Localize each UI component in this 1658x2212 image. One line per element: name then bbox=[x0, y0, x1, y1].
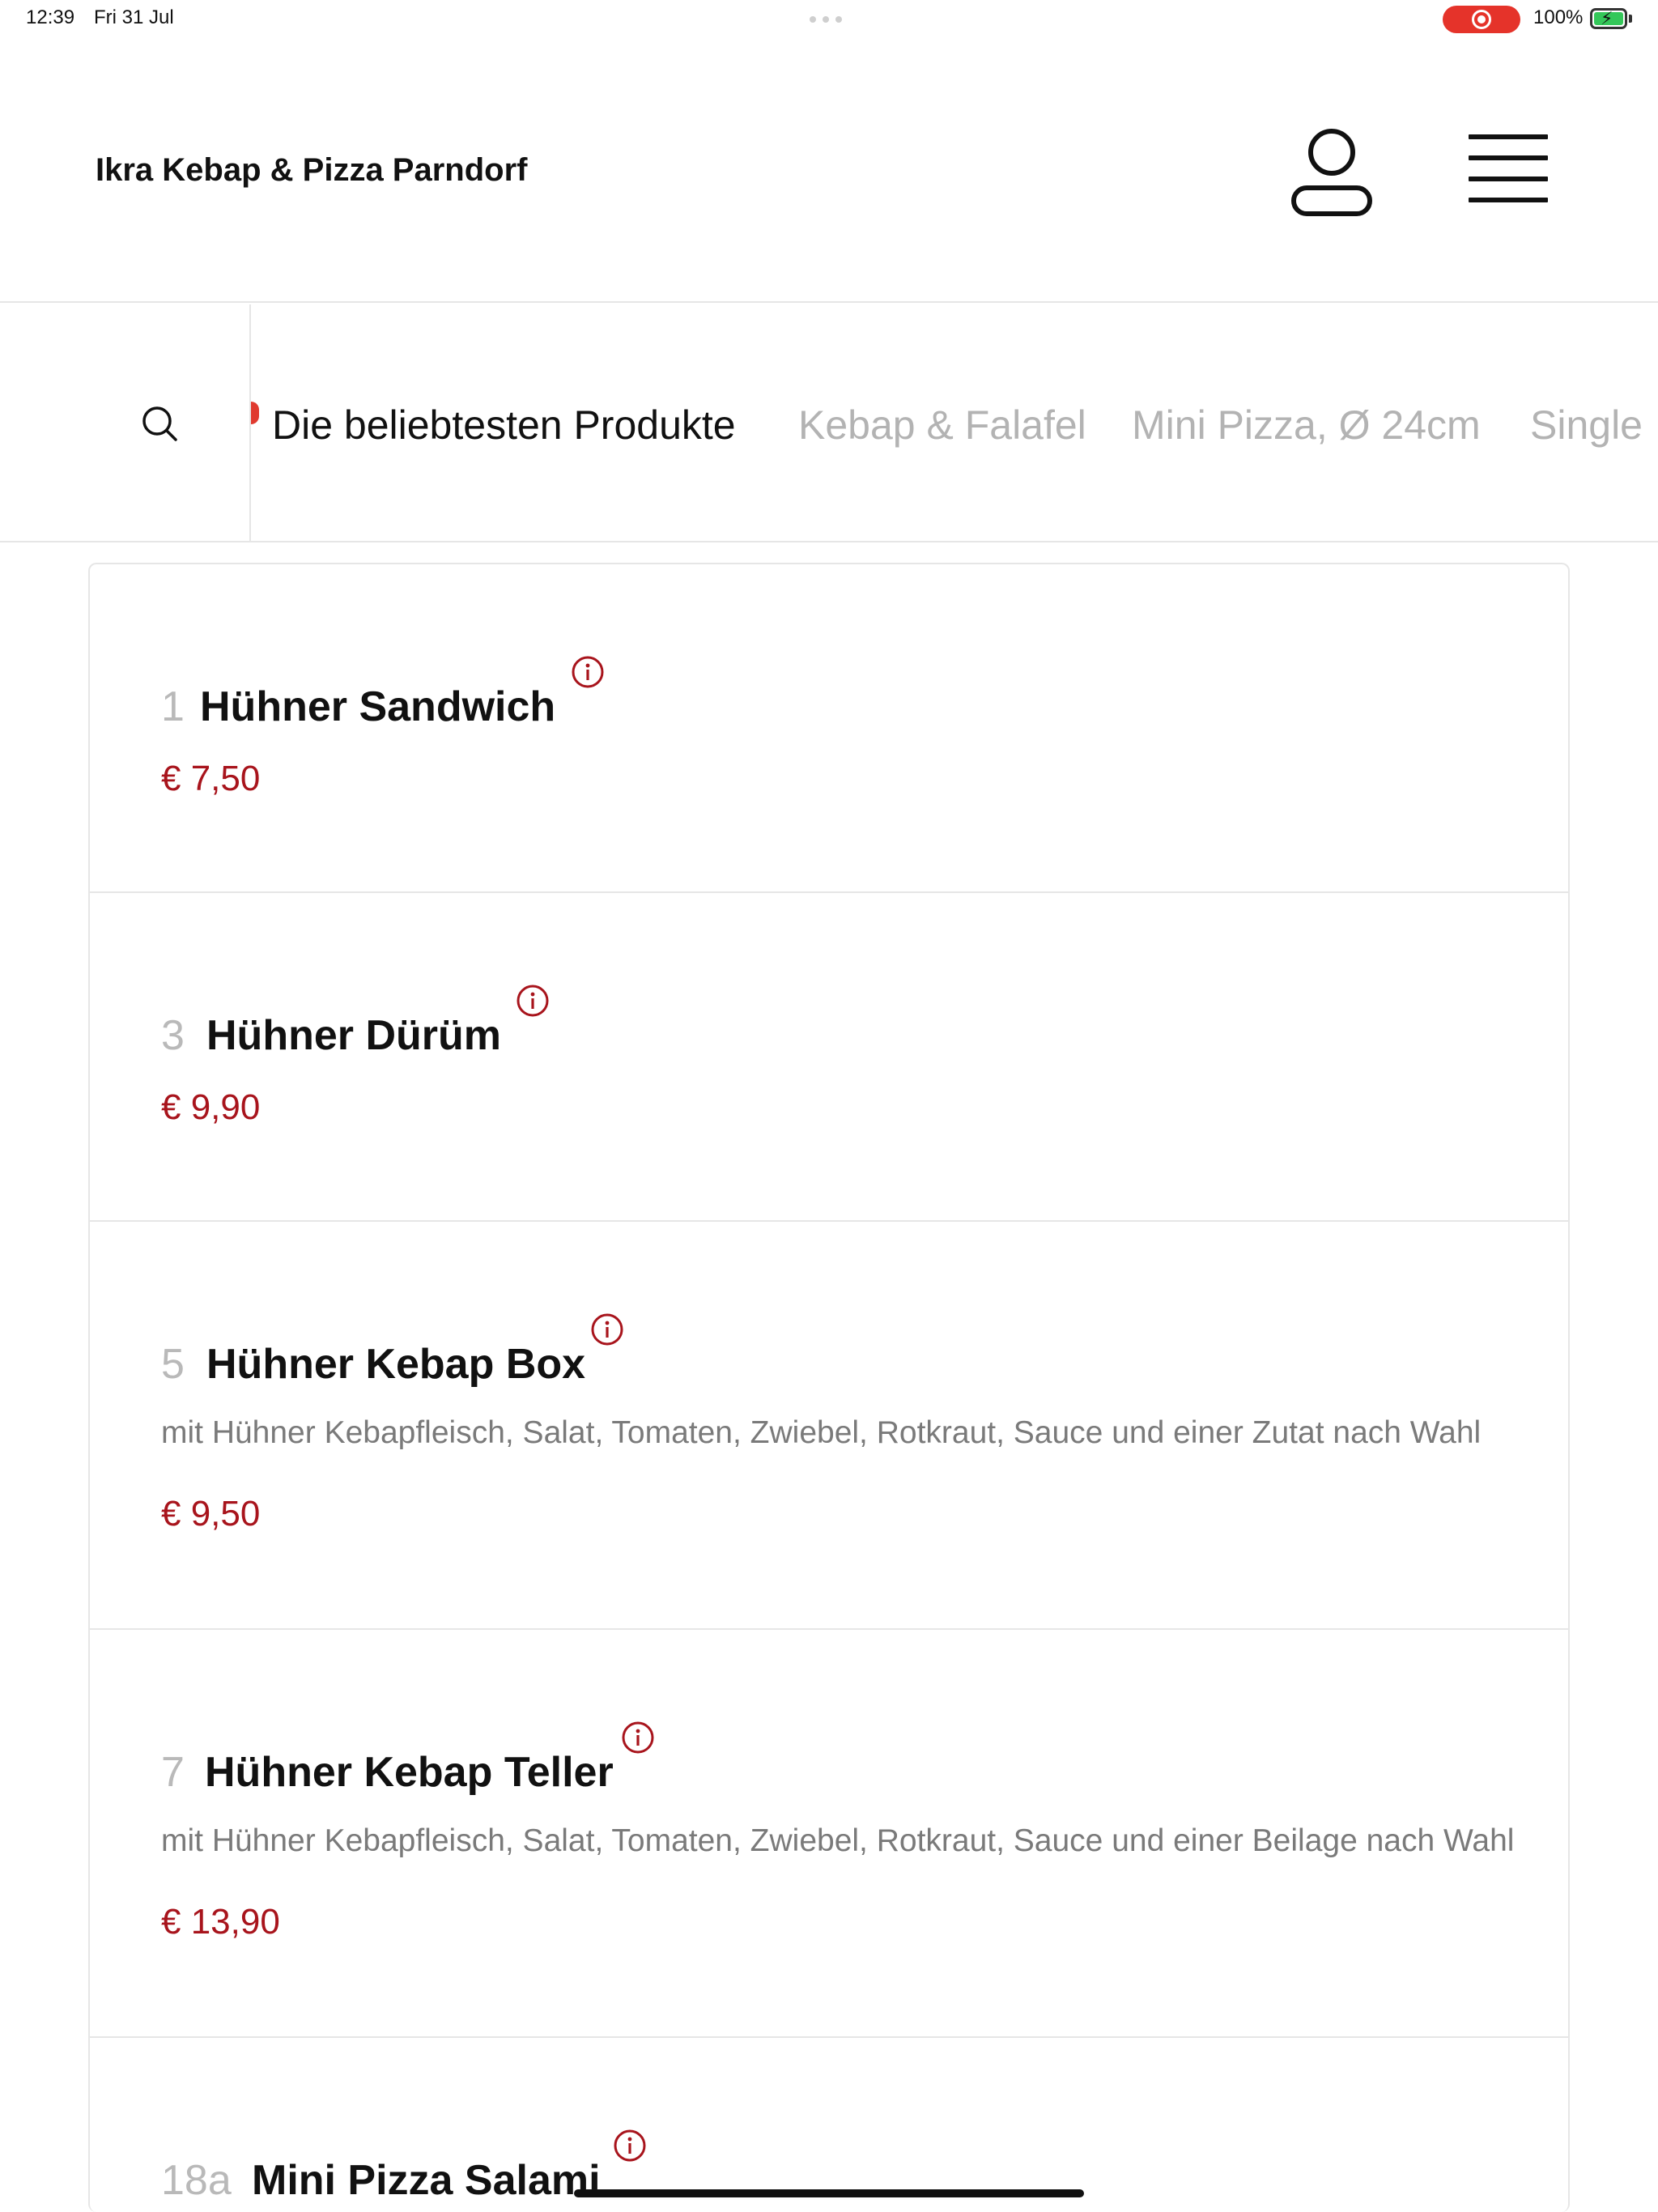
info-icon[interactable] bbox=[613, 2129, 647, 2163]
product-number: 7 bbox=[161, 1749, 185, 1796]
product-item[interactable]: 18a Mini Pizza Salami bbox=[90, 2038, 1568, 2212]
search-button[interactable] bbox=[0, 304, 251, 541]
account-button[interactable] bbox=[1287, 125, 1376, 222]
person-icon bbox=[1291, 129, 1372, 216]
product-description: mit Hühner Kebapfleisch, Salat, Tomaten,… bbox=[161, 1415, 1482, 1450]
info-icon[interactable] bbox=[571, 655, 605, 689]
tab-kebap-falafel[interactable]: Kebap & Falafel bbox=[798, 402, 1086, 449]
hamburger-icon-bar bbox=[1469, 155, 1548, 160]
product-price: € 7,50 bbox=[161, 759, 261, 798]
tab-die-beliebtesten-produkte[interactable]: Die beliebtesten Produkte bbox=[272, 402, 736, 449]
product-item[interactable]: 3 Hühner Dürüm € 9,90 bbox=[90, 893, 1568, 1222]
product-number: 18a bbox=[161, 2157, 232, 2204]
tab-single[interactable]: Single bbox=[1530, 402, 1643, 449]
category-bar: Die beliebtesten Produkte Kebap & Falafe… bbox=[0, 304, 1658, 542]
multitasking-dots-icon[interactable] bbox=[810, 16, 842, 23]
product-name: Hühner Kebap Box bbox=[206, 1341, 586, 1388]
info-icon[interactable] bbox=[516, 984, 550, 1018]
restaurant-name[interactable]: Ikra Kebap & Pizza Parndorf bbox=[96, 152, 527, 189]
battery-tip bbox=[1629, 15, 1632, 23]
hamburger-icon-bar bbox=[1469, 198, 1548, 202]
info-icon[interactable] bbox=[590, 1312, 624, 1346]
product-number: 5 bbox=[161, 1341, 185, 1388]
screen-recording-icon[interactable] bbox=[1443, 6, 1520, 33]
hamburger-icon-bar bbox=[1469, 177, 1548, 181]
location-pin-icon bbox=[251, 402, 259, 424]
battery-percentage: 100% bbox=[1533, 6, 1584, 28]
product-name: Hühner Sandwich bbox=[200, 683, 556, 730]
home-indicator[interactable] bbox=[574, 2189, 1084, 2197]
app-header: Ikra Kebap & Pizza Parndorf bbox=[0, 39, 1658, 303]
menu-button[interactable] bbox=[1464, 134, 1553, 212]
product-list: 1 Hühner Sandwich € 7,50 3 Hühner Dürüm … bbox=[88, 563, 1570, 2212]
product-price: € 9,50 bbox=[161, 1494, 261, 1534]
battery-charging-icon: ⚡ bbox=[1590, 8, 1627, 29]
status-date: Fri 31 Jul bbox=[94, 6, 174, 28]
product-name: Mini Pizza Salami bbox=[252, 2157, 601, 2204]
category-tabs[interactable]: Die beliebtesten Produkte Kebap & Falafe… bbox=[251, 304, 1658, 541]
product-name: Hühner Dürüm bbox=[206, 1012, 501, 1059]
product-number: 1 bbox=[161, 683, 185, 730]
hamburger-icon-bar bbox=[1469, 134, 1548, 139]
product-price: € 13,90 bbox=[161, 1902, 280, 1942]
product-description: mit Hühner Kebapfleisch, Salat, Tomaten,… bbox=[161, 1823, 1515, 1858]
product-item[interactable]: 7 Hühner Kebap Teller mit Hühner Kebapfl… bbox=[90, 1630, 1568, 2038]
product-name: Hühner Kebap Teller bbox=[205, 1749, 614, 1796]
product-item[interactable]: 1 Hühner Sandwich € 7,50 bbox=[90, 564, 1568, 893]
product-item[interactable]: 5 Hühner Kebap Box mit Hühner Kebapfleis… bbox=[90, 1222, 1568, 1630]
status-bar: 12:39 Fri 31 Jul 100% ⚡ bbox=[0, 0, 1658, 39]
tab-mini-pizza[interactable]: Mini Pizza, Ø 24cm bbox=[1132, 402, 1481, 449]
product-number: 3 bbox=[161, 1012, 185, 1059]
product-price: € 9,90 bbox=[161, 1087, 261, 1127]
status-time: 12:39 bbox=[26, 6, 75, 28]
search-icon bbox=[142, 406, 177, 441]
info-icon[interactable] bbox=[621, 1721, 655, 1755]
